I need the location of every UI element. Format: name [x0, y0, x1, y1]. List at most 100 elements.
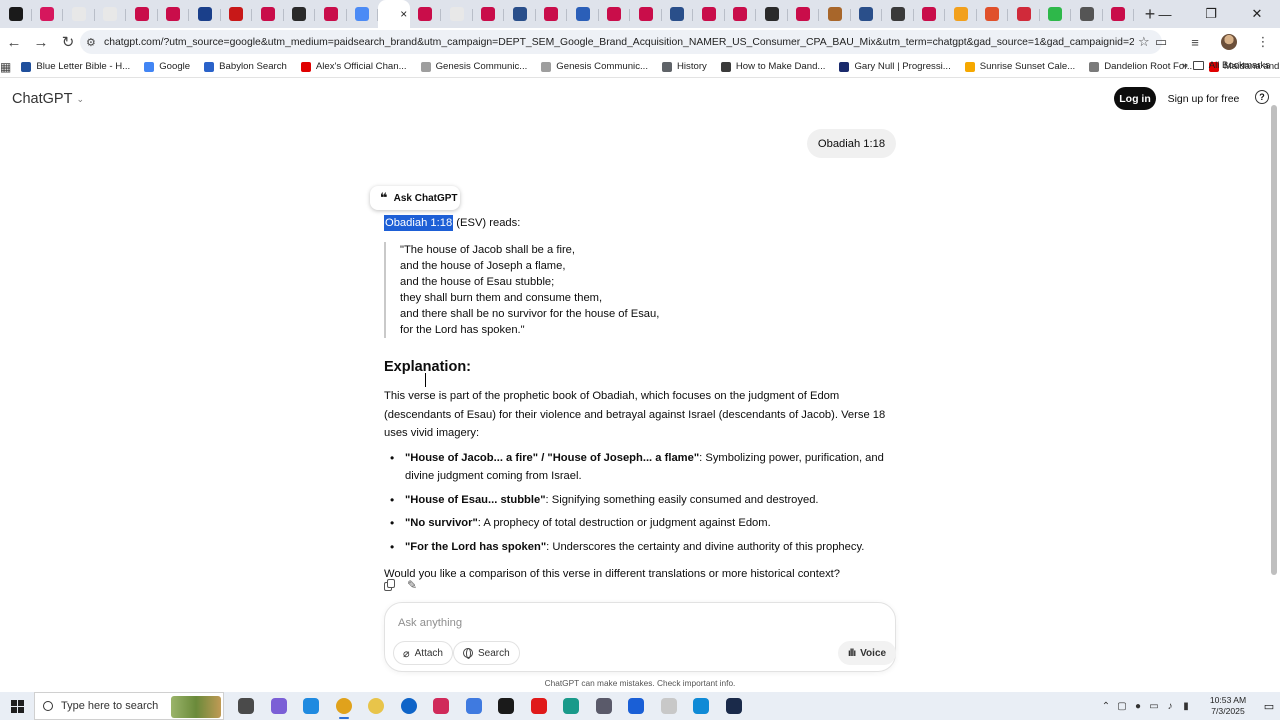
- taskbar-app[interactable]: [230, 692, 263, 720]
- taskbar-app[interactable]: [263, 692, 296, 720]
- bookmark-item[interactable]: Google: [144, 61, 190, 72]
- browser-tab[interactable]: [126, 0, 158, 28]
- start-button[interactable]: [0, 699, 34, 713]
- media-icon[interactable]: ≡: [1184, 30, 1206, 54]
- bookmark-item[interactable]: Blue Letter Bible - H...: [21, 61, 130, 72]
- close-window-button[interactable]: ✕: [1234, 0, 1280, 28]
- browser-tab[interactable]: [819, 0, 851, 28]
- browser-tab[interactable]: [630, 0, 662, 28]
- browser-tab[interactable]: [347, 0, 378, 28]
- browser-tab[interactable]: [63, 0, 95, 28]
- browser-tab[interactable]: [1103, 0, 1134, 28]
- taskbar-app[interactable]: [425, 692, 458, 720]
- help-icon[interactable]: ?: [1255, 90, 1269, 104]
- browser-tab[interactable]: [410, 0, 441, 28]
- bookmark-item[interactable]: Alex's Official Chan...: [300, 61, 407, 72]
- maximize-button[interactable]: ❐: [1188, 0, 1234, 28]
- bookmark-item[interactable]: Babylon Search: [204, 61, 287, 72]
- browser-tab[interactable]: [567, 0, 599, 28]
- login-button[interactable]: Log in: [1114, 87, 1156, 110]
- taskbar-app[interactable]: [685, 692, 718, 720]
- taskbar-clock[interactable]: 10:53 AM 7/3/2025: [1198, 695, 1258, 717]
- model-selector[interactable]: ChatGPT ⌄: [12, 91, 84, 107]
- browser-tab[interactable]: [189, 0, 221, 28]
- taskbar-app[interactable]: [360, 692, 393, 720]
- more-bookmarks-button[interactable]: »: [1182, 60, 1188, 72]
- back-button[interactable]: ←: [1, 29, 27, 55]
- bookmark-item[interactable]: Genesis Communic...: [541, 61, 648, 72]
- taskbar-app[interactable]: [393, 692, 426, 720]
- bookmark-star-icon[interactable]: ☆: [1138, 34, 1150, 50]
- browser-tab[interactable]: [158, 0, 189, 28]
- browser-tab[interactable]: ×: [378, 0, 410, 28]
- taskbar-app[interactable]: [295, 692, 328, 720]
- volume-icon[interactable]: ♪: [1162, 701, 1178, 712]
- meet-icon[interactable]: ▢: [1114, 701, 1130, 712]
- ask-chatgpt-popup[interactable]: ❝ Ask ChatGPT: [370, 186, 460, 210]
- apps-grid-icon[interactable]: ▦: [0, 60, 11, 74]
- site-info-icon[interactable]: ⚙: [86, 36, 104, 49]
- taskbar-app[interactable]: [490, 692, 523, 720]
- battery-icon[interactable]: ▮: [1178, 701, 1194, 712]
- taskbar-app[interactable]: [523, 692, 556, 720]
- forward-button[interactable]: →: [28, 29, 54, 55]
- all-bookmarks-button[interactable]: All Bookmarks: [1192, 60, 1270, 71]
- browser-tab[interactable]: [1008, 0, 1040, 28]
- browser-tab[interactable]: [851, 0, 882, 28]
- cast-icon[interactable]: ▭: [1150, 30, 1172, 54]
- bookmark-item[interactable]: History: [661, 61, 707, 72]
- taskbar-app[interactable]: [718, 692, 751, 720]
- voice-button[interactable]: ıllı Voice: [838, 641, 897, 665]
- taskbar-app[interactable]: [328, 692, 361, 720]
- browser-tab[interactable]: [504, 0, 536, 28]
- browser-tab[interactable]: [977, 0, 1008, 28]
- chevron-up-icon[interactable]: ⌃: [1098, 701, 1114, 712]
- taskbar-app[interactable]: [588, 692, 621, 720]
- browser-tab[interactable]: [536, 0, 567, 28]
- bookmark-item[interactable]: Genesis Communic...: [420, 61, 527, 72]
- browser-tab[interactable]: [945, 0, 977, 28]
- edit-icon[interactable]: ✎: [407, 579, 420, 592]
- close-tab-icon[interactable]: ×: [400, 7, 407, 21]
- browser-tab[interactable]: [725, 0, 756, 28]
- copy-icon[interactable]: [384, 579, 397, 592]
- browser-tab[interactable]: [95, 0, 126, 28]
- composer-input[interactable]: Ask anything: [398, 617, 462, 629]
- bookmark-item[interactable]: Gary Null | Progressi...: [839, 61, 951, 72]
- network-icon[interactable]: ▭: [1146, 701, 1162, 712]
- browser-tab[interactable]: [284, 0, 315, 28]
- taskbar-app[interactable]: [458, 692, 491, 720]
- profile-avatar[interactable]: [1218, 30, 1240, 54]
- browser-tab[interactable]: [693, 0, 725, 28]
- minimize-button[interactable]: —: [1142, 0, 1188, 28]
- reload-button[interactable]: ↻: [55, 29, 81, 55]
- browser-tab[interactable]: [1040, 0, 1071, 28]
- search-button[interactable]: Search: [453, 641, 520, 665]
- microphone-icon[interactable]: ●: [1130, 701, 1146, 712]
- browser-tab[interactable]: [914, 0, 945, 28]
- browser-tab[interactable]: [882, 0, 914, 28]
- bookmark-item[interactable]: How to Make Dand...: [720, 61, 825, 72]
- browser-tab[interactable]: [221, 0, 252, 28]
- scrollbar-thumb[interactable]: [1271, 105, 1277, 575]
- browser-tab[interactable]: [0, 0, 32, 28]
- address-bar[interactable]: ⚙ chatgpt.com/?utm_source=google&utm_med…: [80, 30, 1162, 54]
- taskbar-app[interactable]: [620, 692, 653, 720]
- browser-tab[interactable]: [662, 0, 693, 28]
- taskbar-app[interactable]: [555, 692, 588, 720]
- browser-tab[interactable]: [1071, 0, 1103, 28]
- browser-tab[interactable]: [473, 0, 504, 28]
- browser-tab[interactable]: [315, 0, 347, 28]
- notification-icon[interactable]: ▭: [1258, 700, 1280, 713]
- browser-tab[interactable]: [32, 0, 63, 28]
- attach-button[interactable]: ⌀ Attach: [393, 641, 453, 665]
- taskbar-search[interactable]: Type here to search: [34, 692, 224, 720]
- menu-icon[interactable]: ⋮: [1252, 30, 1274, 54]
- bookmark-item[interactable]: Sunrise Sunset Cale...: [964, 61, 1075, 72]
- browser-tab[interactable]: [599, 0, 630, 28]
- message-composer[interactable]: Ask anything ⌀ Attach Search ıllı Voice: [384, 602, 897, 672]
- browser-tab[interactable]: [252, 0, 284, 28]
- browser-tab[interactable]: [441, 0, 473, 28]
- browser-tab[interactable]: [756, 0, 788, 28]
- url-text[interactable]: chatgpt.com/?utm_source=google&utm_mediu…: [104, 37, 1134, 48]
